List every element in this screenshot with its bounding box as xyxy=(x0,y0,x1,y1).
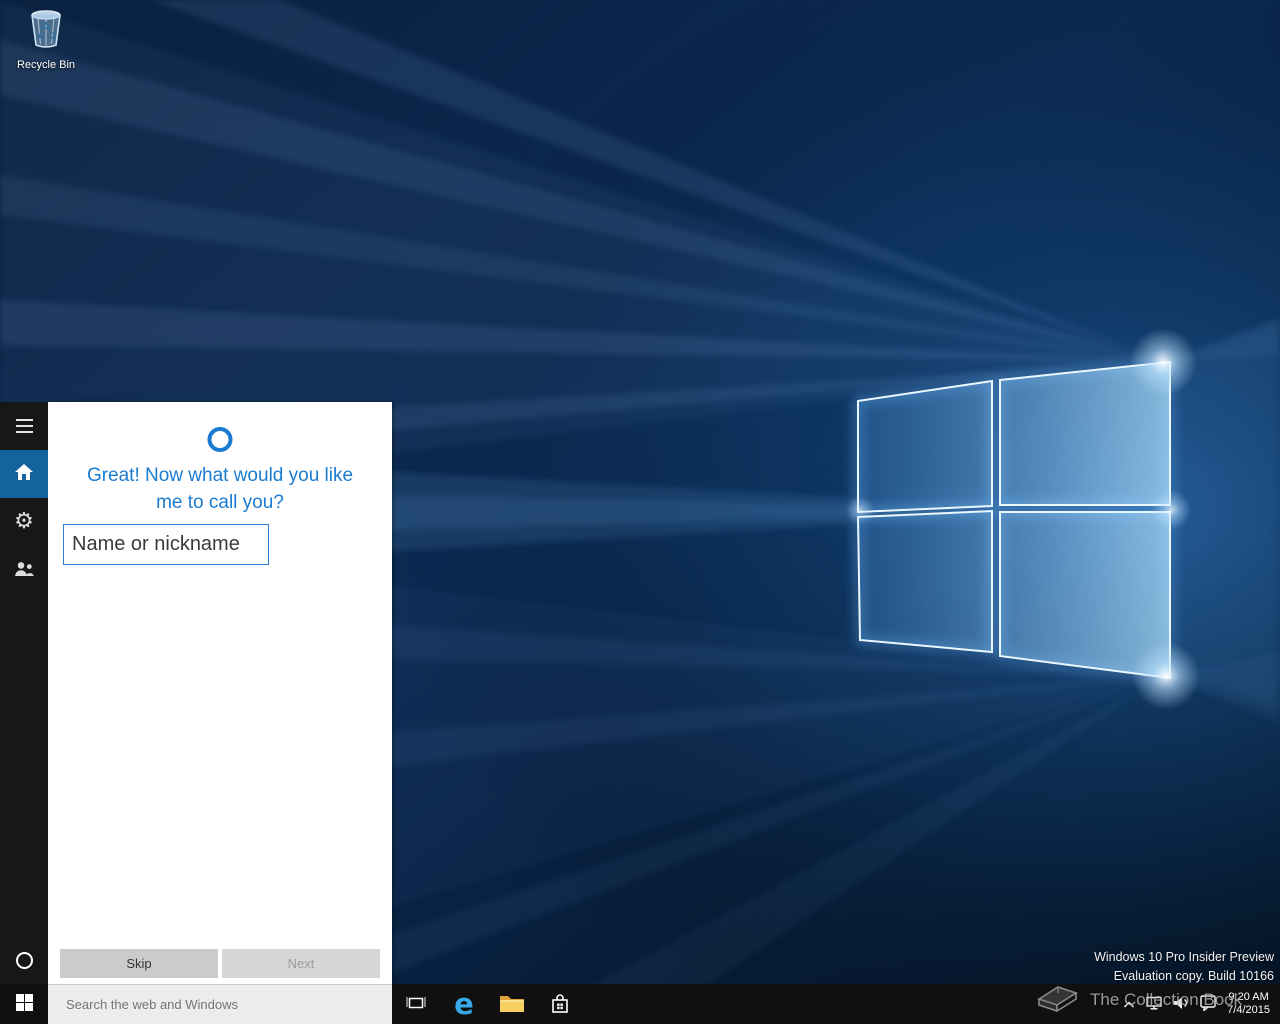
cortana-ring-icon xyxy=(15,951,33,969)
store-bag-icon xyxy=(550,992,570,1017)
home-icon xyxy=(15,464,33,484)
store-button[interactable] xyxy=(536,984,584,1024)
cortana-prompt-line1: Great! Now what would you like xyxy=(86,465,354,486)
edge-icon: e xyxy=(454,986,474,1021)
name-input[interactable] xyxy=(63,524,269,565)
gear-icon: ⚙ xyxy=(14,509,34,534)
hamburger-menu-button[interactable] xyxy=(0,402,48,450)
taskbar-search xyxy=(48,984,392,1024)
cortana-sidebar: ⚙ xyxy=(0,402,48,984)
folder-icon xyxy=(499,993,525,1016)
file-explorer-button[interactable] xyxy=(488,984,536,1024)
search-input[interactable] xyxy=(48,985,392,1024)
windows-logo-icon xyxy=(15,994,33,1014)
task-view-button[interactable] xyxy=(392,984,440,1024)
cortana-setup-panel: Great! Now what would you like me to cal… xyxy=(48,402,392,984)
edge-browser-button[interactable]: e xyxy=(440,984,488,1024)
recycle-bin-label: Recycle Bin xyxy=(16,59,76,71)
task-view-icon xyxy=(406,995,426,1014)
build-watermark-line1: Windows 10 Pro Insider Preview xyxy=(1094,950,1274,964)
book-icon xyxy=(1034,980,1080,1019)
panel-button-row: Skip Next xyxy=(60,949,380,978)
sidebar-item-cortana[interactable] xyxy=(0,936,48,984)
sidebar-item-feedback[interactable] xyxy=(0,546,48,594)
recycle-bin-icon xyxy=(25,6,67,55)
collection-book-watermark: The Collection Book xyxy=(1034,980,1242,1019)
cortana-prompt-line2: me to call you? xyxy=(156,492,284,513)
cortana-logo-icon xyxy=(207,427,233,452)
sidebar-item-home[interactable] xyxy=(0,450,48,498)
cortana-prompt: Great! Now what would you like me to cal… xyxy=(48,462,392,516)
sidebar-item-settings[interactable]: ⚙ xyxy=(0,498,48,546)
skip-button[interactable]: Skip xyxy=(60,949,218,978)
people-icon xyxy=(14,561,34,580)
recycle-bin-shortcut[interactable]: Recycle Bin xyxy=(4,6,88,71)
hamburger-icon xyxy=(15,419,33,433)
next-button[interactable]: Next xyxy=(222,949,380,978)
start-button[interactable] xyxy=(0,984,48,1024)
collection-book-text: The Collection Book xyxy=(1090,989,1243,1009)
